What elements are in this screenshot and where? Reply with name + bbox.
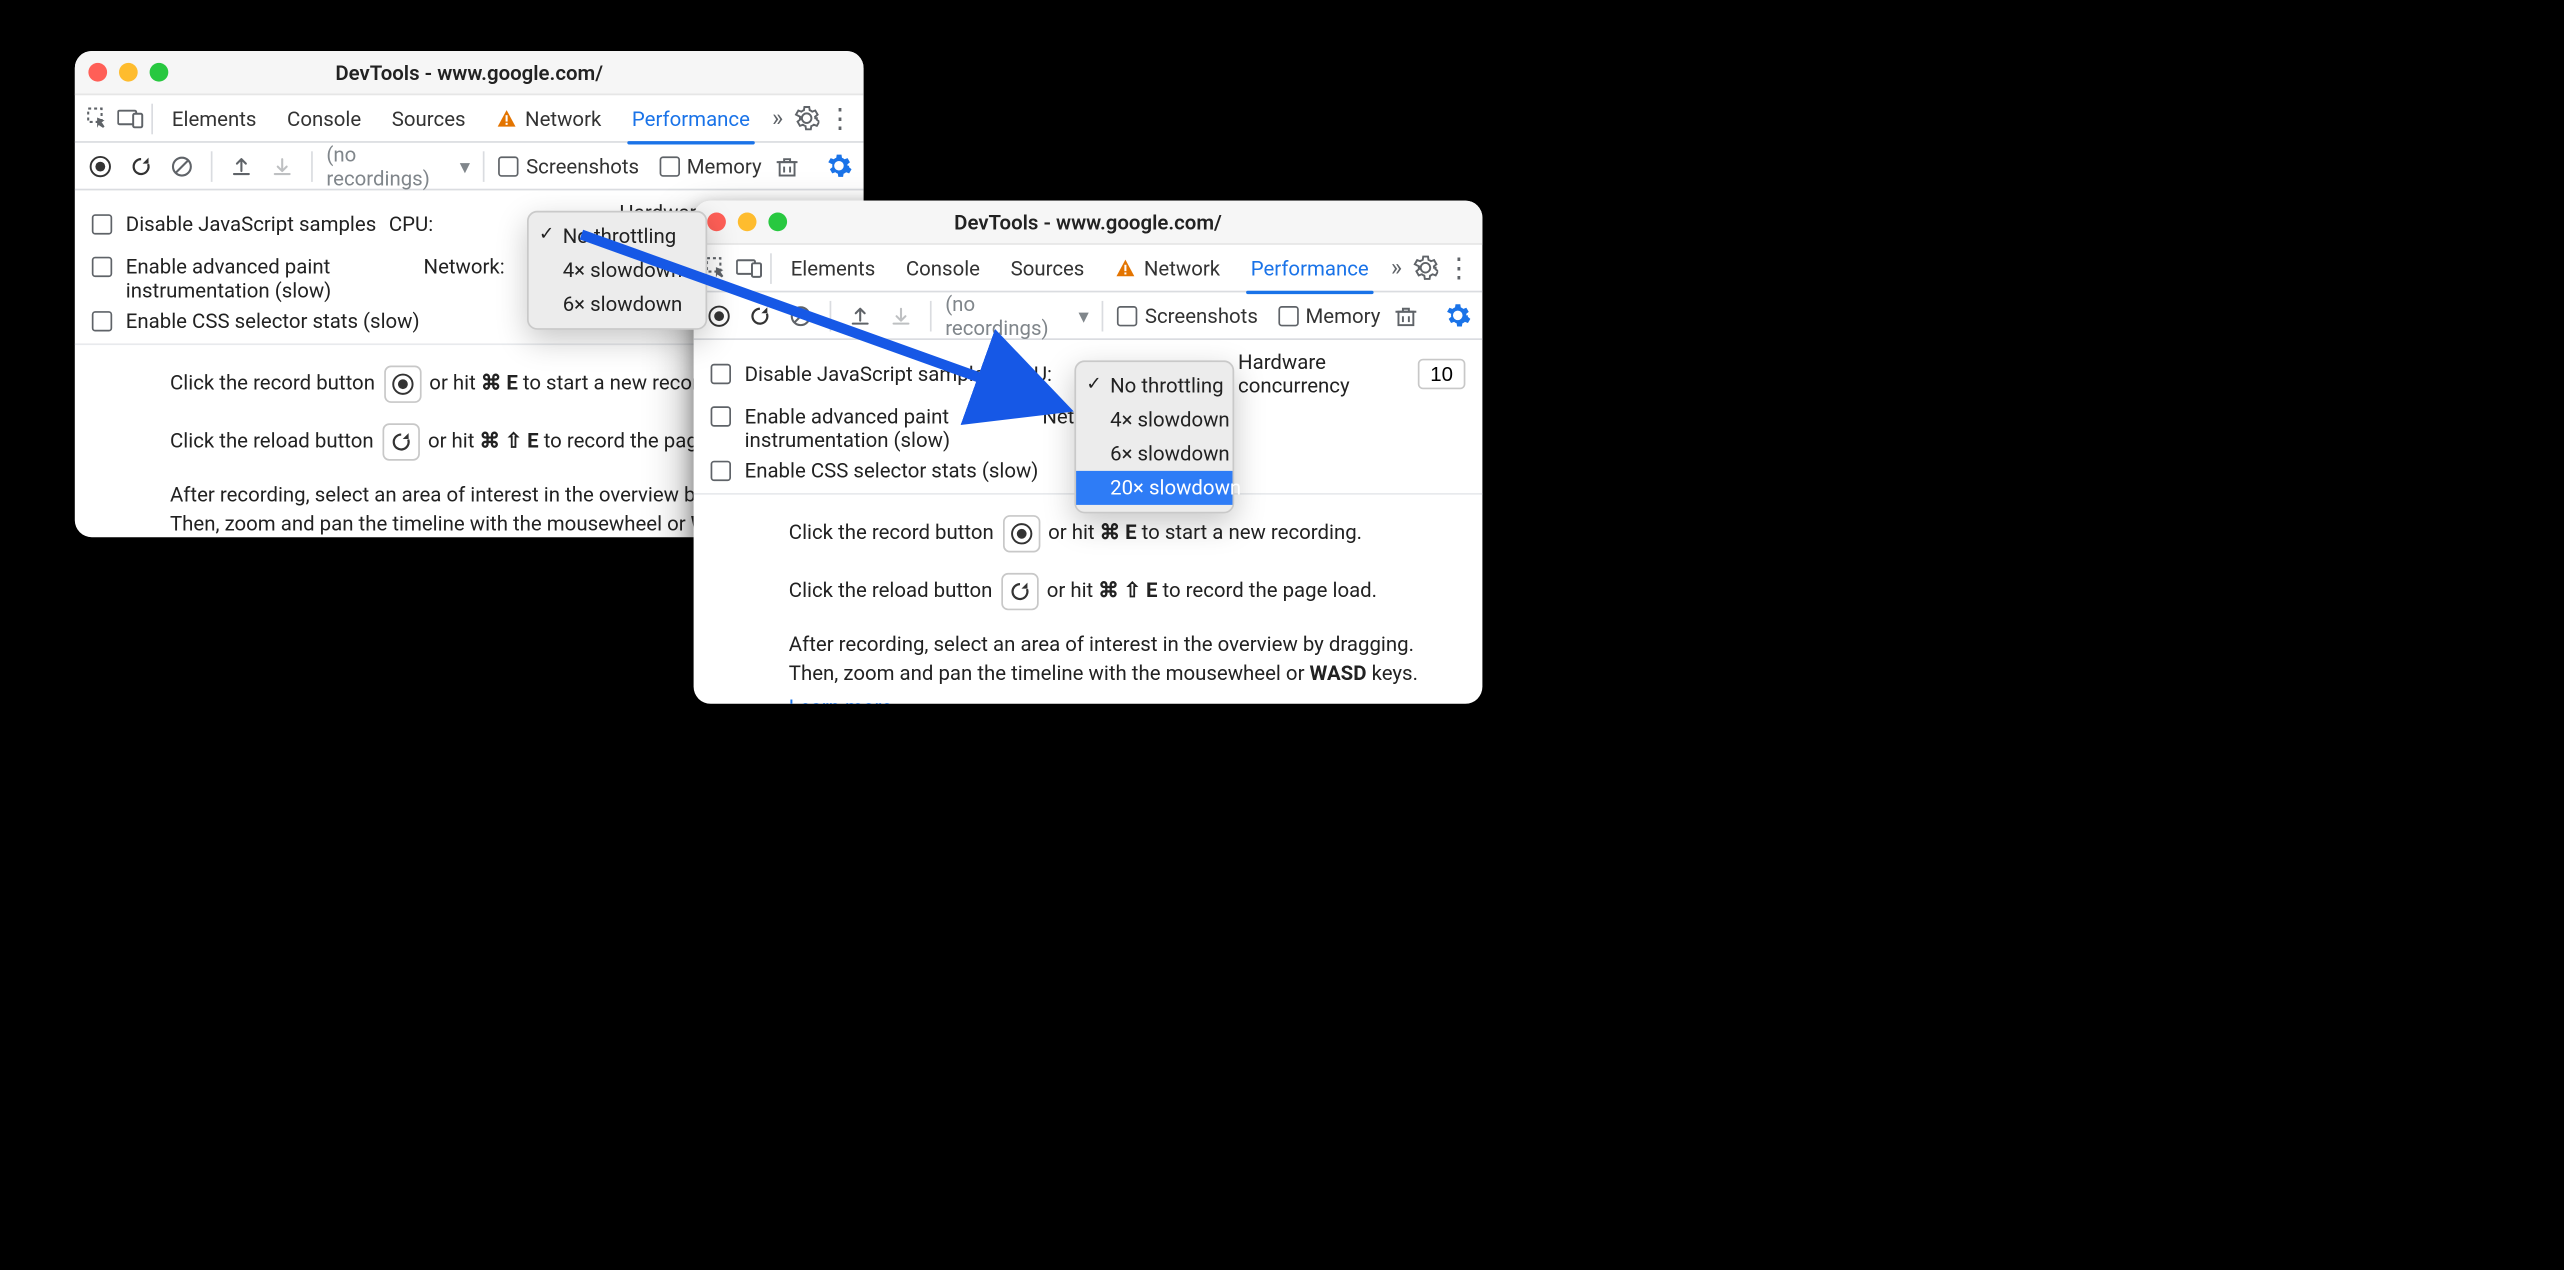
gear-icon[interactable] — [790, 94, 823, 142]
upload-icon[interactable] — [226, 150, 257, 181]
tab-network[interactable]: Network — [481, 94, 617, 142]
capture-settings-icon[interactable] — [1442, 300, 1473, 331]
download-icon[interactable] — [886, 300, 917, 331]
kebab-menu-icon[interactable]: ⋮ — [823, 94, 856, 142]
warning-icon — [1115, 258, 1135, 278]
device-toggle-icon[interactable] — [734, 244, 767, 292]
record-icon — [1002, 515, 1039, 552]
window-title: DevTools - www.google.com/ — [75, 60, 864, 84]
cpu-4x[interactable]: 4× slowdown — [1076, 403, 1232, 437]
cpu-6x[interactable]: 6× slowdown — [1076, 437, 1232, 471]
cpu-4x[interactable]: 4× slowdown — [529, 253, 706, 287]
reload-icon — [1001, 573, 1038, 610]
gc-icon[interactable] — [1391, 300, 1422, 331]
record-icon — [383, 366, 420, 403]
kebab-menu-icon[interactable]: ⋮ — [1442, 244, 1475, 292]
gear-icon[interactable] — [1409, 244, 1442, 292]
more-tabs-icon[interactable]: » — [765, 94, 790, 142]
reload-button[interactable] — [126, 150, 157, 181]
adv-paint-checkbox[interactable]: Enable advanced paint instrumentation (s… — [92, 255, 424, 303]
record-button[interactable] — [85, 150, 116, 181]
titlebar: DevTools - www.google.com/ — [694, 201, 1483, 245]
tabstrip: Elements Console Sources Network Perform… — [694, 245, 1483, 293]
hw-value-input[interactable] — [1418, 359, 1466, 390]
tab-network[interactable]: Network — [1100, 244, 1236, 292]
cpu-no-throttling[interactable]: No throttling — [529, 219, 706, 253]
record-button[interactable] — [704, 300, 735, 331]
upload-icon[interactable] — [845, 300, 876, 331]
titlebar: DevTools - www.google.com/ — [75, 51, 864, 95]
warning-icon — [496, 108, 516, 128]
recordings-dropdown[interactable]: (no recordings) ▾ — [326, 142, 470, 190]
more-tabs-icon[interactable]: » — [1384, 244, 1409, 292]
learn-more-link[interactable]: Learn more — [789, 695, 892, 704]
perf-toolbar: (no recordings) ▾ Screenshots Memory — [75, 143, 864, 191]
tab-elements[interactable]: Elements — [775, 244, 890, 292]
network-label: Network: — [424, 255, 505, 279]
capture-settings-icon[interactable] — [823, 150, 854, 181]
clear-button[interactable] — [785, 300, 816, 331]
device-toggle-icon[interactable] — [115, 94, 148, 142]
perf-toolbar: (no recordings) ▾ Screenshots Memory — [694, 292, 1483, 340]
disable-js-checkbox[interactable]: Disable JavaScript samples — [92, 213, 389, 237]
devtools-window-right: DevTools - www.google.com/ Elements Cons… — [694, 201, 1483, 704]
download-icon[interactable] — [267, 150, 298, 181]
cpu-throttling-menu: No throttling 4× slowdown 6× slowdown — [527, 211, 708, 330]
cpu-20x[interactable]: 20× slowdown — [1076, 471, 1232, 505]
tab-performance[interactable]: Performance — [617, 94, 766, 142]
memory-checkbox[interactable]: Memory — [1278, 303, 1380, 327]
adv-paint-checkbox[interactable]: Enable advanced paint instrumentation (s… — [711, 405, 1043, 453]
reload-icon — [382, 423, 419, 460]
cpu-throttling-menu: No throttling 4× slowdown 6× slowdown 20… — [1074, 360, 1234, 513]
cpu-label: CPU: — [389, 213, 433, 237]
cpu-6x[interactable]: 6× slowdown — [529, 287, 706, 321]
cpu-label: CPU: — [1008, 362, 1052, 386]
tabstrip: Elements Console Sources Network Perform… — [75, 95, 864, 143]
tab-performance[interactable]: Performance — [1235, 244, 1384, 292]
screenshots-checkbox[interactable]: Screenshots — [499, 154, 639, 178]
tab-elements[interactable]: Elements — [157, 94, 272, 142]
recordings-dropdown[interactable]: (no recordings) ▾ — [945, 292, 1089, 340]
screenshots-checkbox[interactable]: Screenshots — [1118, 303, 1258, 327]
memory-checkbox[interactable]: Memory — [659, 154, 761, 178]
clear-button[interactable] — [167, 150, 198, 181]
reload-button[interactable] — [745, 300, 776, 331]
hw-concurrency[interactable]: Hardware concurrency — [1204, 350, 1466, 398]
help-text: Click the record button or hit ⌘ E to st… — [694, 495, 1483, 704]
tab-console[interactable]: Console — [891, 244, 996, 292]
disable-js-checkbox[interactable]: Disable JavaScript samples — [711, 362, 1008, 386]
inspect-icon[interactable] — [82, 94, 115, 142]
gc-icon[interactable] — [772, 150, 803, 181]
cpu-no-throttling[interactable]: No throttling — [1076, 369, 1232, 403]
window-title: DevTools - www.google.com/ — [694, 210, 1483, 234]
tab-sources[interactable]: Sources — [376, 94, 480, 142]
tab-console[interactable]: Console — [272, 94, 377, 142]
tab-sources[interactable]: Sources — [995, 244, 1099, 292]
